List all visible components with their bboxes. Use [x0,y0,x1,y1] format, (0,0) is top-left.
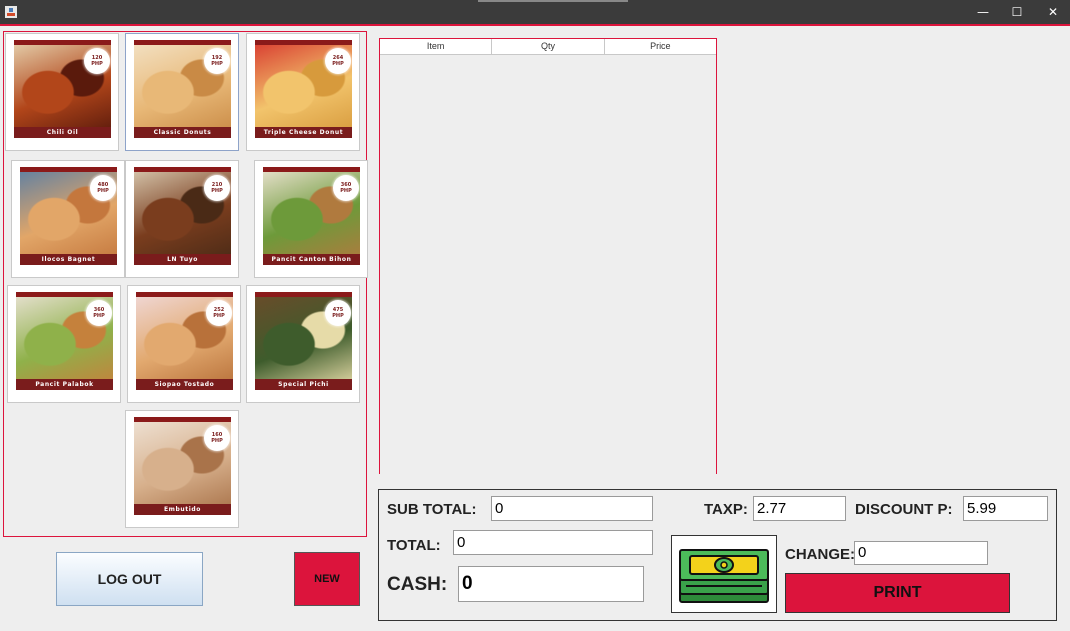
logout-button[interactable]: LOG OUT [56,552,203,606]
price-unit: PHP [332,61,344,67]
cash-label: CASH: [387,574,448,595]
column-price[interactable]: Price [605,39,716,54]
price-badge: 360 PHP [335,177,357,199]
discount-field[interactable]: 5.99 [963,496,1048,521]
price-badge: 480 PHP [92,177,114,199]
photo-top-band [134,417,231,422]
change-field[interactable]: 0 [854,541,988,565]
column-qty[interactable]: Qty [492,39,605,54]
price-badge: 210 PHP [206,177,228,199]
product-name: Special Pichi [255,379,352,390]
product-tile[interactable]: 360 PHP Pancit Canton Bihon [254,160,368,278]
photo-top-band [20,167,117,172]
photo-top-band [255,292,352,297]
price-badge: 160 PHP [206,427,228,449]
price-unit: PHP [91,61,103,67]
price-unit: PHP [211,438,223,444]
payment-panel: SUB TOTAL: 0 TOTAL: 0 CASH: 0 TAXP: 2.77… [378,489,1057,621]
product-tile[interactable]: 360 PHP Pancit Palabok [7,285,121,403]
product-name: Classic Donuts [134,127,231,138]
change-label: CHANGE: [785,546,855,563]
subtotal-field[interactable]: 0 [491,496,653,521]
window-title-indicator [478,0,628,2]
price-unit: PHP [97,188,109,194]
product-name: Ilocos Bagnet [20,254,117,265]
cash-field[interactable]: 0 [458,566,644,602]
new-button[interactable]: NEW [294,552,360,606]
product-tile[interactable]: 480 PHP Ilocos Bagnet [11,160,125,278]
tax-field[interactable]: 2.77 [753,496,846,521]
price-unit: PHP [213,313,225,319]
title-accent-line [0,24,1070,26]
price-unit: PHP [93,313,105,319]
window-titlebar: — ☐ ✕ [0,0,1070,26]
price-badge: 360 PHP [88,302,110,324]
photo-top-band [136,292,233,297]
total-field[interactable]: 0 [453,530,653,555]
product-name: LN Tuyo [134,254,231,265]
order-table[interactable]: Item Qty Price [379,38,717,474]
product-tile[interactable]: 160 PHP Embutido [125,410,239,528]
price-unit: PHP [332,313,344,319]
product-name: Pancit Canton Bihon [263,254,360,265]
tax-label: TAXP: [704,501,748,518]
product-tile[interactable]: 120 PHP Chili Oil [5,33,119,151]
photo-top-band [134,40,231,45]
close-button[interactable]: ✕ [1035,0,1070,24]
photo-top-band [255,40,352,45]
column-item[interactable]: Item [380,39,493,54]
photo-top-band [263,167,360,172]
order-table-header: Item Qty Price [380,39,716,55]
product-tile[interactable]: 210 PHP LN Tuyo [125,160,239,278]
price-badge: 120 PHP [86,50,108,72]
discount-label: DISCOUNT P: [855,501,953,518]
product-name: Siopao Tostado [136,379,233,390]
minimize-button[interactable]: — [965,0,1001,24]
photo-top-band [16,292,113,297]
price-badge: 192 PHP [206,50,228,72]
photo-top-band [134,167,231,172]
photo-top-band [14,40,111,45]
product-tile[interactable]: 252 PHP Siopao Tostado [127,285,241,403]
product-name: Chili Oil [14,127,111,138]
price-badge: 252 PHP [208,302,230,324]
java-app-icon [5,6,17,18]
product-grid: 120 PHP Chili Oil 192 PHP Classic Donuts 264 PH… [3,31,368,537]
subtotal-label: SUB TOTAL: [387,501,477,518]
price-unit: PHP [211,188,223,194]
price-badge: 475 PHP [327,302,349,324]
price-unit: PHP [340,188,352,194]
cash-bills-icon [671,535,777,613]
total-label: TOTAL: [387,537,441,554]
maximize-button[interactable]: ☐ [999,0,1035,24]
product-name: Triple Cheese Donut [255,127,352,138]
product-name: Embutido [134,504,231,515]
product-tile[interactable]: 475 PHP Special Pichi [246,285,360,403]
product-tile[interactable]: 264 PHP Triple Cheese Donut [246,33,360,151]
price-badge: 264 PHP [327,50,349,72]
product-name: Pancit Palabok [16,379,113,390]
print-button[interactable]: PRINT [785,573,1010,613]
product-tile[interactable]: 192 PHP Classic Donuts [125,33,239,151]
price-unit: PHP [211,61,223,67]
